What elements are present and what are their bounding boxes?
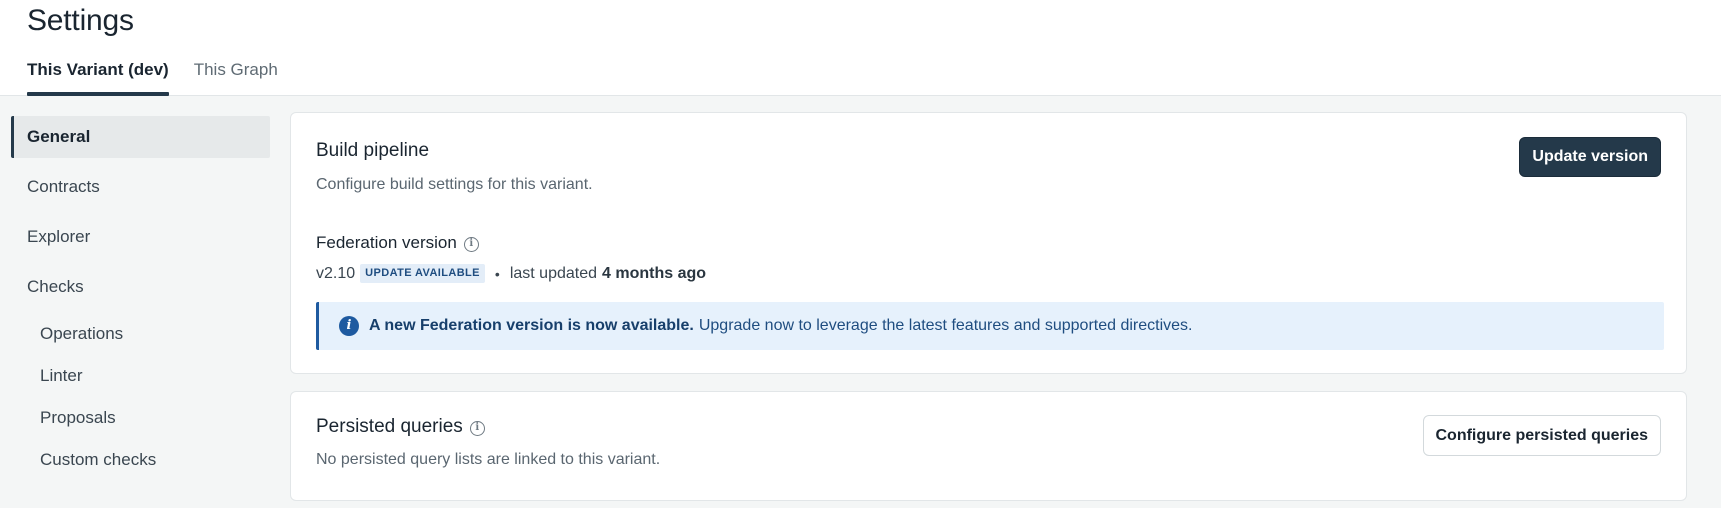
build-pipeline-description: Configure build settings for this varian… <box>316 176 593 193</box>
persisted-queries-title: Persisted queries i <box>316 416 485 438</box>
federation-version-value: v2.10 <box>316 264 356 282</box>
persisted-queries-description: No persisted query lists are linked to t… <box>316 451 661 468</box>
persisted-queries-card: Persisted queries i No persisted query li… <box>290 391 1687 501</box>
info-icon[interactable]: i <box>463 237 479 252</box>
separator-dot: • <box>494 265 500 282</box>
federation-version-row: v2.10 UPDATE AVAILABLE • last updated 4 … <box>316 264 706 283</box>
build-pipeline-card: Build pipeline Configure build settings … <box>290 112 1687 374</box>
sidebar-item-custom-checks[interactable]: Custom checks <box>11 442 270 478</box>
sidebar-item-contracts[interactable]: Contracts <box>11 166 270 208</box>
federation-version-label-text: Federation version <box>316 233 457 252</box>
info-icon[interactable]: i <box>469 421 485 436</box>
sidebar-item-proposals[interactable]: Proposals <box>11 400 270 436</box>
info-circle-icon: i <box>339 316 359 336</box>
top-header: Settings This Variant (dev) This Graph <box>0 0 1721 96</box>
banner-text: Upgrade now to leverage the latest featu… <box>698 317 1193 334</box>
configure-persisted-queries-button[interactable]: Configure persisted queries <box>1422 415 1661 456</box>
federation-update-banner: i A new Federation version is now availa… <box>316 302 1664 350</box>
last-updated-value: 4 months ago <box>602 264 707 282</box>
tab-this-graph[interactable]: This Graph <box>194 57 278 96</box>
last-updated-prefix: last updated <box>509 264 598 282</box>
page-title: Settings <box>27 4 134 37</box>
build-pipeline-title: Build pipeline <box>316 140 430 161</box>
update-version-button[interactable]: Update version <box>1519 137 1661 177</box>
update-available-badge: UPDATE AVAILABLE <box>360 264 485 283</box>
tab-this-variant[interactable]: This Variant (dev) <box>27 57 169 96</box>
persisted-queries-title-text: Persisted queries <box>316 416 463 437</box>
sidebar-item-general[interactable]: General <box>11 116 270 158</box>
sidebar-item-operations[interactable]: Operations <box>11 316 270 352</box>
federation-version-label: Federation version i <box>316 233 479 253</box>
settings-tabs: This Variant (dev) This Graph <box>27 57 303 96</box>
sidebar-item-checks[interactable]: Checks <box>11 266 270 308</box>
banner-bold-text: A new Federation version is now availabl… <box>369 317 694 334</box>
settings-sidebar: General Contracts Explorer Checks Operat… <box>11 116 270 484</box>
sidebar-item-explorer[interactable]: Explorer <box>11 216 270 258</box>
sidebar-item-linter[interactable]: Linter <box>11 358 270 394</box>
